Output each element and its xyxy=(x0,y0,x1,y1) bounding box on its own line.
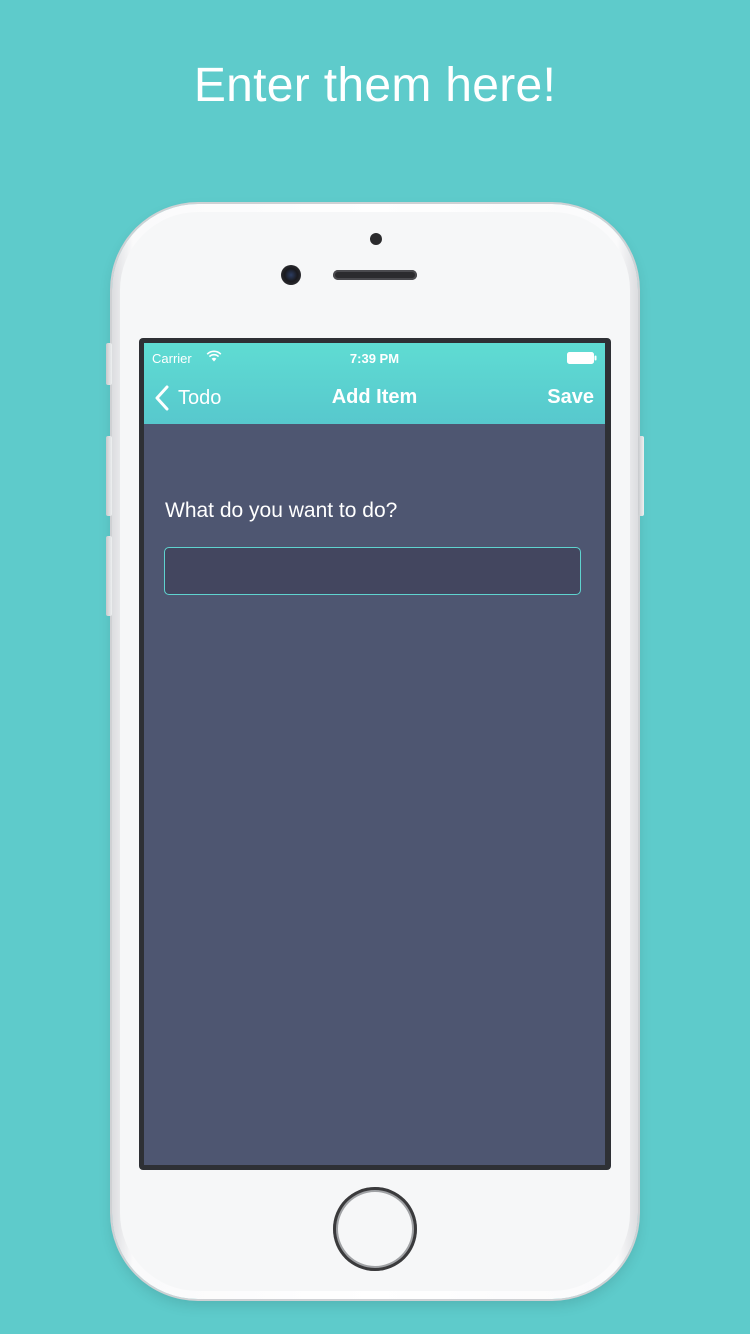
volume-up-button xyxy=(106,436,112,516)
todo-text-input[interactable] xyxy=(164,547,581,595)
save-button[interactable]: Save xyxy=(547,386,594,409)
earpiece-speaker xyxy=(333,270,417,280)
app-screen: Carrier 7:39 PM Todo Add Item Save What … xyxy=(144,343,605,1165)
proximity-sensor xyxy=(370,233,382,245)
todo-prompt-label: What do you want to do? xyxy=(165,499,398,522)
battery-icon xyxy=(567,352,597,364)
status-bar: Carrier 7:39 PM xyxy=(144,343,605,373)
home-button[interactable] xyxy=(333,1187,417,1271)
headline: Enter them here! xyxy=(193,59,557,112)
power-button xyxy=(638,436,644,516)
mute-switch xyxy=(106,343,112,385)
volume-down-button xyxy=(106,536,112,616)
status-time: 7:39 PM xyxy=(349,351,400,366)
nav-title: Add Item xyxy=(331,386,418,408)
front-camera-icon xyxy=(281,265,301,285)
navigation-bar: Carrier 7:39 PM Todo Add Item Save xyxy=(144,343,605,424)
